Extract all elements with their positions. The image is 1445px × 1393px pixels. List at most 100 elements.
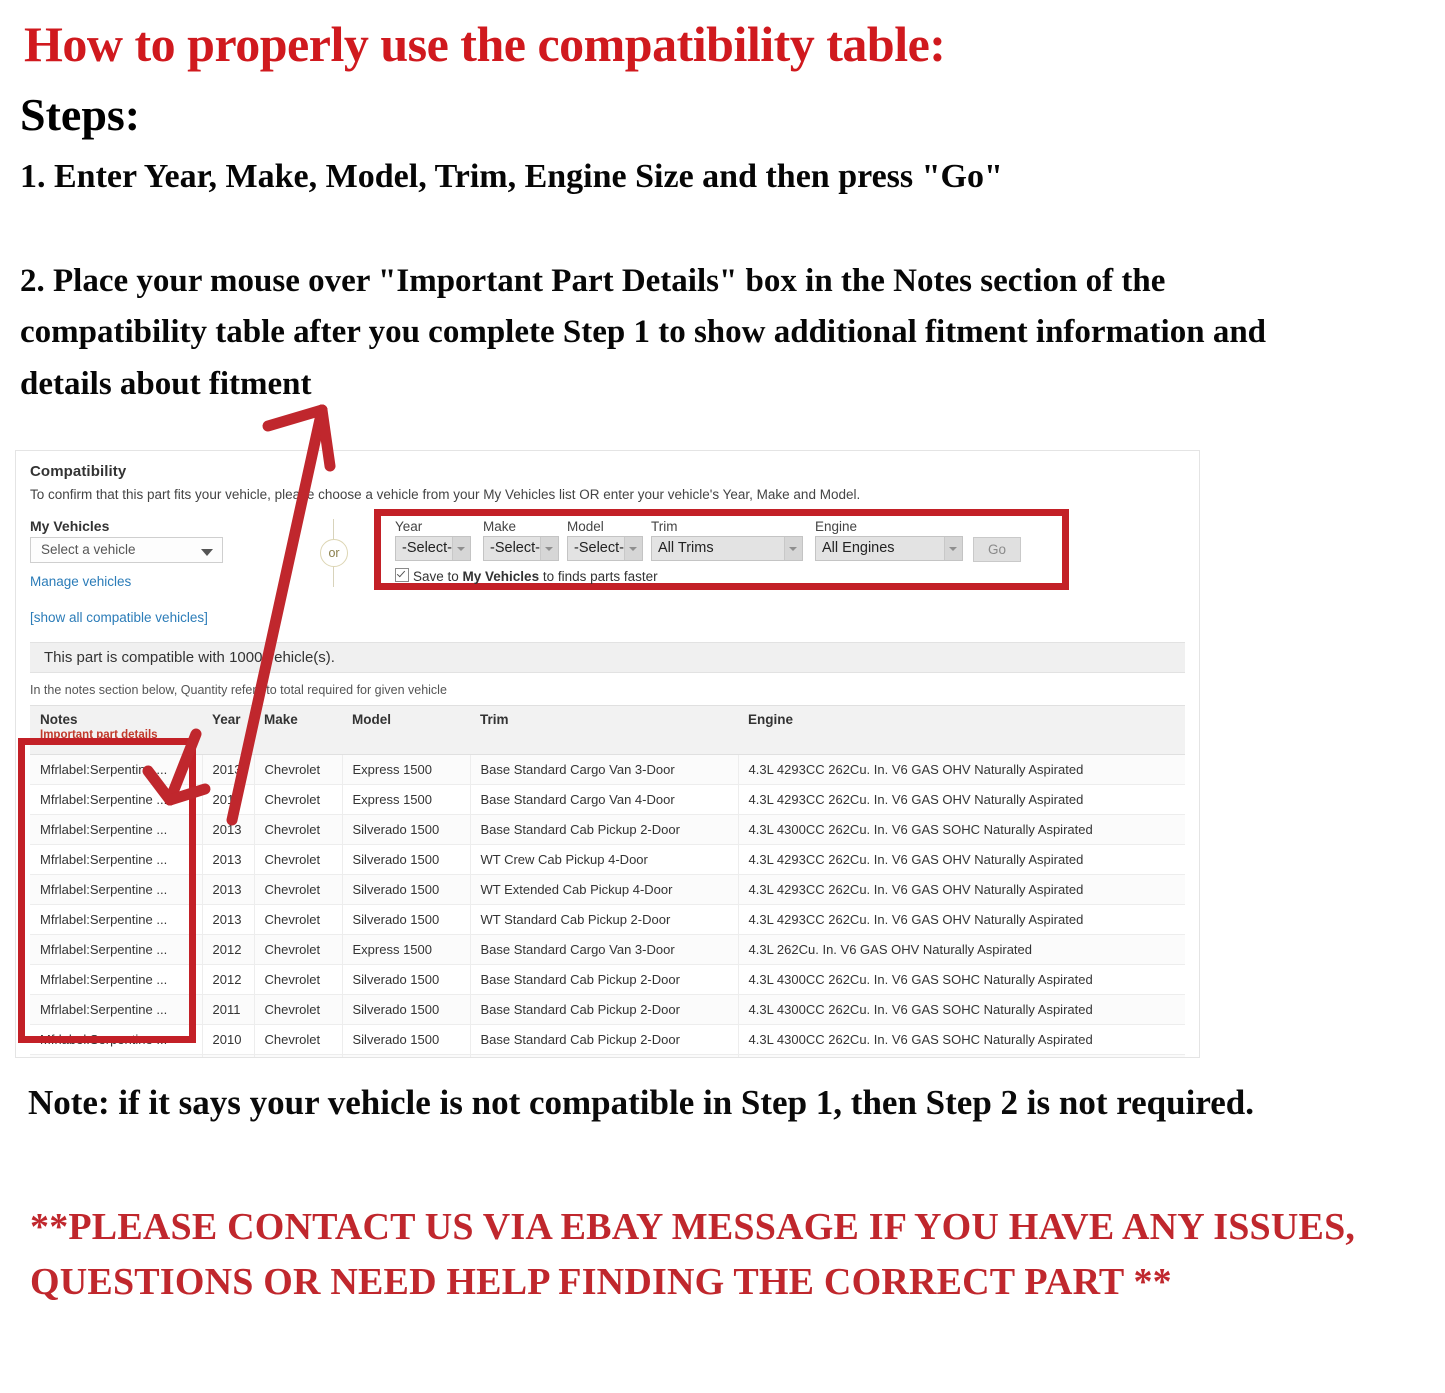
important-part-details-label[interactable]: Important part details — [40, 729, 202, 741]
show-all-compatible-vehicles-link[interactable]: [show all compatible vehicles] — [30, 610, 208, 625]
or-divider-label: or — [320, 539, 348, 567]
chevron-down-icon — [624, 537, 642, 560]
year-select[interactable]: -Select- — [395, 536, 471, 561]
table-row[interactable]: Mfrlabel:Serpentine ... 2013 Chevrolet Silv… — [30, 874, 1185, 905]
cell-year: 2010 — [202, 1054, 255, 1057]
cell-trim: Base Standard Cab Pickup 2-Door — [470, 814, 739, 845]
model-select-value: -Select- — [574, 540, 624, 556]
cell-notes[interactable]: Mfrlabel:Serpentine ... — [30, 784, 203, 815]
manage-vehicles-link[interactable]: Manage vehicles — [30, 574, 131, 589]
cell-engine: 4.3L 4293CC 262Cu. In. V6 GAS OHV Natura… — [738, 874, 1185, 905]
column-header-make[interactable]: Make — [254, 705, 342, 755]
cell-engine: 4.3L 4293CC 262Cu. In. V6 GAS OHV Natura… — [738, 784, 1185, 815]
cell-make: Chevrolet — [254, 1024, 343, 1055]
cell-engine: 4.3L 262Cu. In. V6 GAS OHV Naturally Asp… — [738, 1054, 1185, 1057]
cell-engine: 4.3L 4300CC 262Cu. In. V6 GAS SOHC Natur… — [738, 994, 1185, 1025]
cell-notes[interactable]: Mfrlabel:Serpentine ... — [30, 904, 203, 935]
column-header-year[interactable]: Year — [202, 705, 254, 755]
table-row[interactable]: Mfrlabel:Serpentine ...2010ChevroletSilv… — [30, 1024, 1185, 1055]
chevron-down-icon — [540, 537, 558, 560]
trim-select-value: All Trims — [658, 540, 714, 556]
field-make: Make -Select- — [483, 519, 559, 561]
save-to-my-vehicles-row[interactable]: Save to My Vehicles to finds parts faste… — [395, 568, 658, 584]
cell-make: Chevrolet — [254, 754, 343, 785]
year-select-value: -Select- — [402, 540, 452, 556]
cell-year: 2013 — [202, 904, 255, 935]
field-engine: Engine All Engines — [815, 519, 963, 561]
cell-notes[interactable]: Mfrlabel:Serpentine ... — [30, 754, 203, 785]
cell-model: Silverado 1500 — [342, 964, 471, 995]
cell-notes[interactable]: Mfrlabel:Serpentine ... — [30, 1054, 203, 1057]
engine-select[interactable]: All Engines — [815, 536, 963, 561]
field-trim: Trim All Trims — [651, 519, 803, 561]
cell-engine: 4.3L 4293CC 262Cu. In. V6 GAS OHV Natura… — [738, 844, 1185, 875]
cell-trim: WT Crew Cab Pickup 4-Door — [470, 844, 739, 875]
table-row[interactable]: Mfrlabel:Serpentine ...2010ChevroletSilv… — [30, 1054, 1185, 1057]
field-label-engine: Engine — [815, 519, 858, 534]
save-text-after: to finds parts faster — [539, 569, 658, 584]
table-row[interactable]: Mfrlabel:Serpentine ... 2012 Chevrolet Expr… — [30, 934, 1185, 965]
cell-notes[interactable]: Mfrlabel:Serpentine ... — [30, 874, 203, 905]
cell-make: Chevrolet — [254, 904, 343, 935]
cell-engine: 4.3L 4293CC 262Cu. In. V6 GAS OHV Natura… — [738, 904, 1185, 935]
vehicle-select-dropdown[interactable]: Select a vehicle — [30, 537, 223, 563]
my-vehicles-label: My Vehicles — [30, 518, 110, 534]
cell-year: 2013 — [202, 844, 255, 875]
chevron-down-icon — [452, 537, 470, 560]
cell-notes[interactable]: Mfrlabel:Serpentine ... — [30, 964, 203, 995]
make-select[interactable]: -Select- — [483, 536, 559, 561]
compatibility-heading: Compatibility — [30, 463, 127, 480]
column-header-trim[interactable]: Trim — [470, 705, 738, 755]
table-row[interactable]: Mfrlabel:Serpentine ... 2013 Chevrolet Expr… — [30, 754, 1185, 785]
column-header-model[interactable]: Model — [342, 705, 470, 755]
cell-trim: WT Extended Cab Pickup 4-Door — [470, 874, 739, 905]
cell-notes[interactable]: Mfrlabel:Serpentine ... — [30, 844, 203, 875]
cell-model: Silverado 1500 — [342, 844, 471, 875]
cell-trim: Base Standard Cab Pickup 2-Door — [470, 1024, 739, 1055]
go-button[interactable]: Go — [973, 537, 1021, 562]
cell-year: 2013 — [202, 784, 255, 815]
field-label-year: Year — [395, 519, 423, 534]
cell-year: 2013 — [202, 814, 255, 845]
cell-make: Chevrolet — [254, 844, 343, 875]
field-year: Year -Select- — [395, 519, 471, 561]
field-model: Model -Select- — [567, 519, 643, 561]
table-row[interactable]: Mfrlabel:Serpentine ... 2011 Chevrolet Silv… — [30, 994, 1185, 1025]
cell-model: Silverado 1500 — [342, 1024, 471, 1055]
cell-model: Silverado 1500 — [342, 874, 471, 905]
cell-make: Chevrolet — [254, 934, 343, 965]
cell-year: 2013 — [202, 874, 255, 905]
cell-notes[interactable]: Mfrlabel:Serpentine ... — [30, 1024, 203, 1055]
cell-engine: 4.3L 4293CC 262Cu. In. V6 GAS OHV Natura… — [738, 754, 1185, 785]
field-label-model: Model — [567, 519, 604, 534]
cell-engine: 4.3L 4300CC 262Cu. In. V6 GAS SOHC Natur… — [738, 964, 1185, 995]
cell-notes[interactable]: Mfrlabel:Serpentine ... — [30, 994, 203, 1025]
column-header-notes[interactable]: Notes Important part details — [30, 705, 202, 755]
cell-year: 2012 — [202, 934, 255, 965]
cell-notes[interactable]: Mfrlabel:Serpentine ... — [30, 814, 203, 845]
cell-make: Chevrolet — [254, 994, 343, 1025]
table-row[interactable]: Mfrlabel:Serpentine ... 2013 Chevrolet Silv… — [30, 814, 1185, 845]
cell-make: Chevrolet — [254, 784, 343, 815]
table-row[interactable]: Mfrlabel:Serpentine ... 2013 Chevrolet Expr… — [30, 784, 1185, 815]
cell-notes[interactable]: Mfrlabel:Serpentine ... — [30, 934, 203, 965]
chevron-down-icon — [944, 537, 962, 560]
fitment-table-body: Mfrlabel:Serpentine ... 2013 Chevrolet Expr… — [30, 754, 1185, 1057]
cell-trim: Base Standard Cab Pickup 2-Door — [470, 964, 739, 995]
column-header-engine[interactable]: Engine — [738, 705, 1185, 755]
table-row[interactable]: Mfrlabel:Serpentine ... 2013 Chevrolet Silv… — [30, 904, 1185, 935]
table-row[interactable]: Mfrlabel:Serpentine ... 2012 Chevrolet Silv… — [30, 964, 1185, 995]
model-select[interactable]: -Select- — [567, 536, 643, 561]
cell-trim: Base Standard Cargo Van 3-Door — [470, 754, 739, 785]
cell-model: Express 1500 — [342, 934, 471, 965]
cell-trim: Base Standard Cargo Van 3-Door — [470, 934, 739, 965]
cell-make: Chevrolet — [254, 964, 343, 995]
field-label-make: Make — [483, 519, 517, 534]
save-to-my-vehicles-checkbox[interactable] — [395, 568, 409, 582]
trim-select[interactable]: All Trims — [651, 536, 803, 561]
cell-trim: Base Standard Cab Pickup 2-Door — [470, 994, 739, 1025]
table-row[interactable]: Mfrlabel:Serpentine ... 2013 Chevrolet Silv… — [30, 844, 1185, 875]
cell-year: 2012 — [202, 964, 255, 995]
vehicle-finder: Year -Select- Make -Select- Model -Selec… — [395, 519, 1055, 584]
save-text-bold: My Vehicles — [462, 569, 540, 584]
